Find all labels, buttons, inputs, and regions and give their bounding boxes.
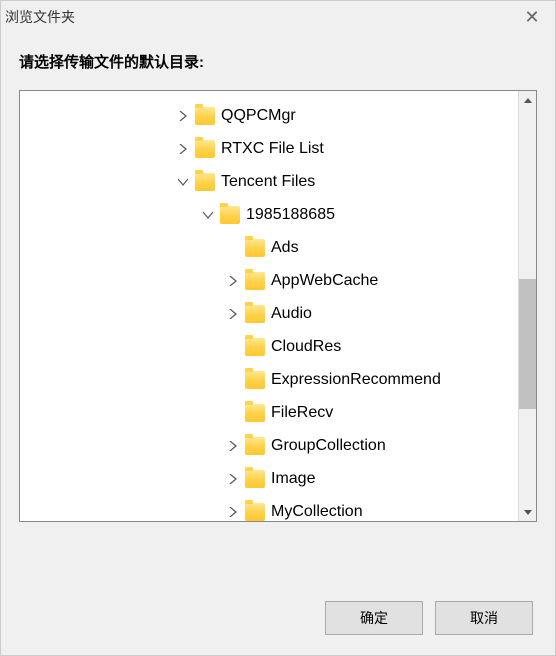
tree-item-label: Audio [271, 305, 312, 323]
cancel-button[interactable]: 取消 [435, 601, 533, 635]
tree-item[interactable]: QQPCMgr [20, 99, 518, 132]
tree-item[interactable]: Ads [20, 231, 518, 264]
tree-item-label: RTXC File List [221, 140, 324, 158]
tree-item-label: QQPCMgr [221, 107, 296, 125]
tree-item-label: 1985188685 [246, 206, 335, 224]
scroll-up-icon[interactable] [519, 91, 536, 109]
folder-icon [245, 338, 265, 356]
folder-icon [245, 272, 265, 290]
folder-icon [220, 206, 240, 224]
folder-icon [245, 437, 265, 455]
tree-item[interactable]: RTXC File List [20, 132, 518, 165]
tree-item[interactable]: MyCollection [20, 495, 518, 521]
folder-icon [195, 173, 215, 191]
chevron-right-icon[interactable] [225, 471, 241, 487]
chevron-right-icon[interactable] [225, 504, 241, 520]
folder-tree-container: QQPCMgr RTXC File List Tencent Files 198518… [19, 90, 537, 522]
tree-item-label: Image [271, 470, 315, 488]
tree-item-label: GroupCollection [271, 437, 386, 455]
folder-icon [245, 371, 265, 389]
folder-tree[interactable]: QQPCMgr RTXC File List Tencent Files 198518… [20, 91, 518, 521]
button-row: 确定 取消 [325, 601, 533, 635]
scrollbar[interactable] [518, 91, 536, 521]
title-bar: 浏览文件夹 ✕ [1, 1, 555, 33]
close-icon[interactable]: ✕ [517, 7, 547, 28]
chevron-right-icon[interactable] [225, 438, 241, 454]
scroll-down-icon[interactable] [519, 503, 536, 521]
tree-item[interactable]: FileRecv [20, 396, 518, 429]
scroll-track[interactable] [519, 109, 536, 503]
dialog-title: 浏览文件夹 [5, 7, 75, 27]
tree-item-label: MyCollection [271, 503, 363, 521]
tree-item[interactable]: Audio [20, 297, 518, 330]
tree-item[interactable]: AppWebCache [20, 264, 518, 297]
tree-item[interactable]: Image [20, 462, 518, 495]
tree-item-label: ExpressionRecommend [271, 371, 441, 389]
tree-item-label: AppWebCache [271, 272, 378, 290]
chevron-right-icon[interactable] [225, 273, 241, 289]
folder-icon [245, 305, 265, 323]
folder-icon [195, 107, 215, 125]
chevron-right-icon[interactable] [175, 108, 191, 124]
folder-icon [245, 503, 265, 521]
tree-item[interactable]: GroupCollection [20, 429, 518, 462]
folder-icon [245, 404, 265, 422]
scroll-thumb[interactable] [519, 279, 536, 409]
chevron-right-icon[interactable] [225, 306, 241, 322]
folder-icon [245, 470, 265, 488]
tree-item[interactable]: Tencent Files [20, 165, 518, 198]
tree-item-label: Ads [271, 239, 299, 257]
folder-icon [245, 239, 265, 257]
tree-item-label: CloudRes [271, 338, 341, 356]
tree-item[interactable]: 1985188685 [20, 198, 518, 231]
tree-item[interactable]: ExpressionRecommend [20, 363, 518, 396]
instruction-label: 请选择传输文件的默认目录: [1, 33, 555, 90]
chevron-down-icon[interactable] [175, 174, 191, 190]
ok-button[interactable]: 确定 [325, 601, 423, 635]
tree-item[interactable]: CloudRes [20, 330, 518, 363]
tree-item-label: FileRecv [271, 404, 333, 422]
chevron-down-icon[interactable] [200, 207, 216, 223]
browse-folder-dialog: 浏览文件夹 ✕ 请选择传输文件的默认目录: QQPCMgr RTXC File L… [0, 0, 556, 656]
folder-icon [195, 140, 215, 158]
chevron-right-icon[interactable] [175, 141, 191, 157]
tree-item-label: Tencent Files [221, 173, 315, 191]
